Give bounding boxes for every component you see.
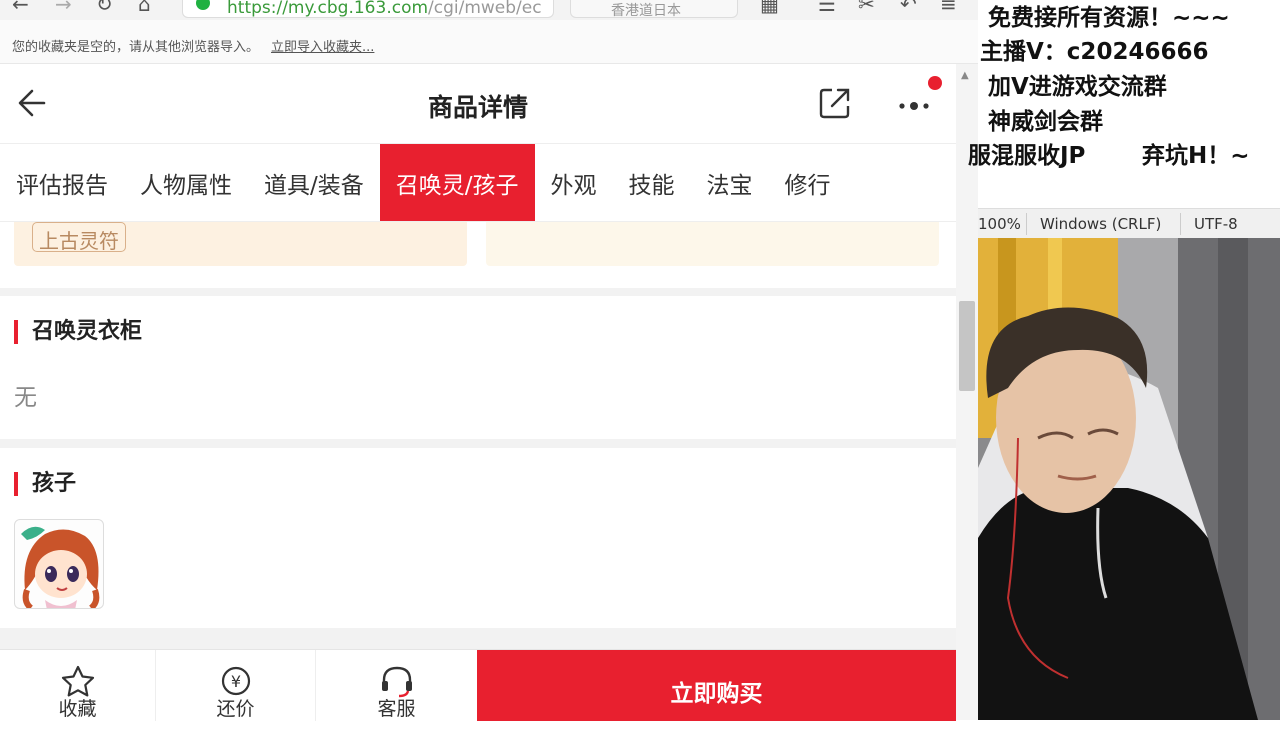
overlay-line: 免费接所有资源！~~~: [988, 5, 1230, 31]
back-arrow-icon[interactable]: ←: [12, 0, 29, 14]
attribute-tag: 上古灵符: [32, 222, 126, 253]
section-title: 召唤灵衣柜: [14, 320, 142, 344]
overlay-line: 主播V：c20246666: [980, 39, 1209, 65]
tab-bar: 评估报告 人物属性 道具/装备 召唤灵/孩子 外观 技能 法宝 修行: [0, 144, 956, 222]
search-text: 香港道日本: [611, 3, 681, 19]
service-label: 客服: [377, 698, 416, 720]
list-icon[interactable]: ☰: [818, 0, 836, 14]
scroll-up-arrow-icon[interactable]: ▲: [961, 70, 969, 81]
attribute-slot: 上古灵符: [14, 222, 467, 266]
overlay-line: 弃坑H！~: [1142, 143, 1250, 169]
buy-now-button[interactable]: 立即购买: [477, 650, 956, 721]
webcam-feed: [978, 238, 1280, 720]
reload-icon[interactable]: ↻: [96, 0, 113, 14]
divider: [1026, 213, 1027, 235]
bookmarks-bar: 您的收藏夹是空的，请从其他浏览器导入。 立即导入收藏夹...: [0, 20, 978, 64]
search-box[interactable]: 香港道日本: [570, 0, 738, 19]
tab-6[interactable]: 法宝: [691, 144, 769, 221]
tab-4[interactable]: 外观: [535, 144, 613, 221]
divider: [1180, 213, 1181, 235]
headset-icon: [381, 666, 412, 698]
tools-icon[interactable]: ✂: [858, 0, 875, 14]
encoding: UTF-8: [1194, 215, 1238, 233]
kid-avatar-image: [21, 526, 100, 608]
overlay-line: 神威剑会群: [988, 109, 1103, 135]
streamer-video-image: [978, 238, 1280, 720]
stream-overlay: 免费接所有资源！~~~ 主播V：c20246666 加V进游戏交流群 神威剑会群…: [968, 0, 1280, 208]
browser-toolbar: ← → ↻ ⌂ https://my.cbg.163.com/cgi/mweb/…: [0, 0, 978, 20]
content-area: 上古灵符 召唤灵衣柜 无 孩子: [0, 222, 956, 649]
forward-arrow-icon[interactable]: →: [55, 0, 72, 14]
editor-status-bar: 100% Windows (CRLF) UTF-8: [978, 208, 1280, 238]
tab-2[interactable]: 道具/装备: [248, 144, 380, 221]
app-header: 商品详情: [0, 64, 956, 144]
address-bar[interactable]: https://my.cbg.163.com/cgi/mweb/ec: [182, 0, 554, 18]
overlay-line: 加V进游戏交流群: [988, 74, 1167, 100]
favorite-label: 收藏: [58, 698, 97, 720]
kids-section: 孩子: [0, 448, 956, 628]
star-icon: [61, 665, 94, 697]
svg-text:¥: ¥: [230, 672, 240, 691]
tab-3[interactable]: 召唤灵/孩子: [379, 144, 535, 221]
kid-avatar[interactable]: [14, 519, 104, 609]
tab-5[interactable]: 技能: [613, 144, 691, 221]
menu-icon[interactable]: ≡: [940, 0, 957, 14]
overlay-line: 服混服收JP: [968, 143, 1086, 169]
page-title: 商品详情: [427, 93, 528, 122]
attribute-slot: [486, 222, 939, 266]
tab-7[interactable]: 修行: [769, 144, 847, 221]
import-bookmarks-link[interactable]: 立即导入收藏夹...: [271, 40, 374, 55]
favorite-button[interactable]: 收藏: [0, 650, 156, 721]
bottom-action-bar: 收藏 ¥ 还价 客服 立即购买: [0, 649, 956, 721]
scrollbar-thumb[interactable]: [959, 301, 975, 391]
undo-icon[interactable]: ↶: [900, 0, 917, 14]
attributes-card: 上古灵符: [0, 222, 956, 288]
yen-coin-icon: ¥: [221, 666, 250, 696]
home-icon[interactable]: ⌂: [138, 0, 151, 14]
url-host: https://my.cbg.163.com: [227, 0, 429, 18]
tab-0[interactable]: 评估报告: [0, 144, 124, 221]
empty-text: 无: [14, 385, 37, 411]
bookmarks-notice: 您的收藏夹是空的，请从其他浏览器导入。: [12, 40, 260, 55]
wardrobe-section: 召唤灵衣柜 无: [0, 296, 956, 439]
tab-1[interactable]: 人物属性: [124, 144, 248, 221]
customer-service-button[interactable]: 客服: [316, 650, 477, 721]
notification-dot: [928, 76, 942, 90]
section-title: 孩子: [14, 472, 76, 496]
share-icon[interactable]: [818, 86, 852, 120]
url-path: /cgi/mweb/ec: [428, 0, 542, 18]
line-endings: Windows (CRLF): [1040, 215, 1162, 233]
apps-grid-icon[interactable]: ▦: [760, 0, 779, 14]
more-icon[interactable]: [896, 86, 936, 120]
bargain-button[interactable]: ¥ 还价: [156, 650, 316, 721]
zoom-level: 100%: [978, 215, 1021, 233]
bargain-label: 还价: [216, 698, 255, 720]
